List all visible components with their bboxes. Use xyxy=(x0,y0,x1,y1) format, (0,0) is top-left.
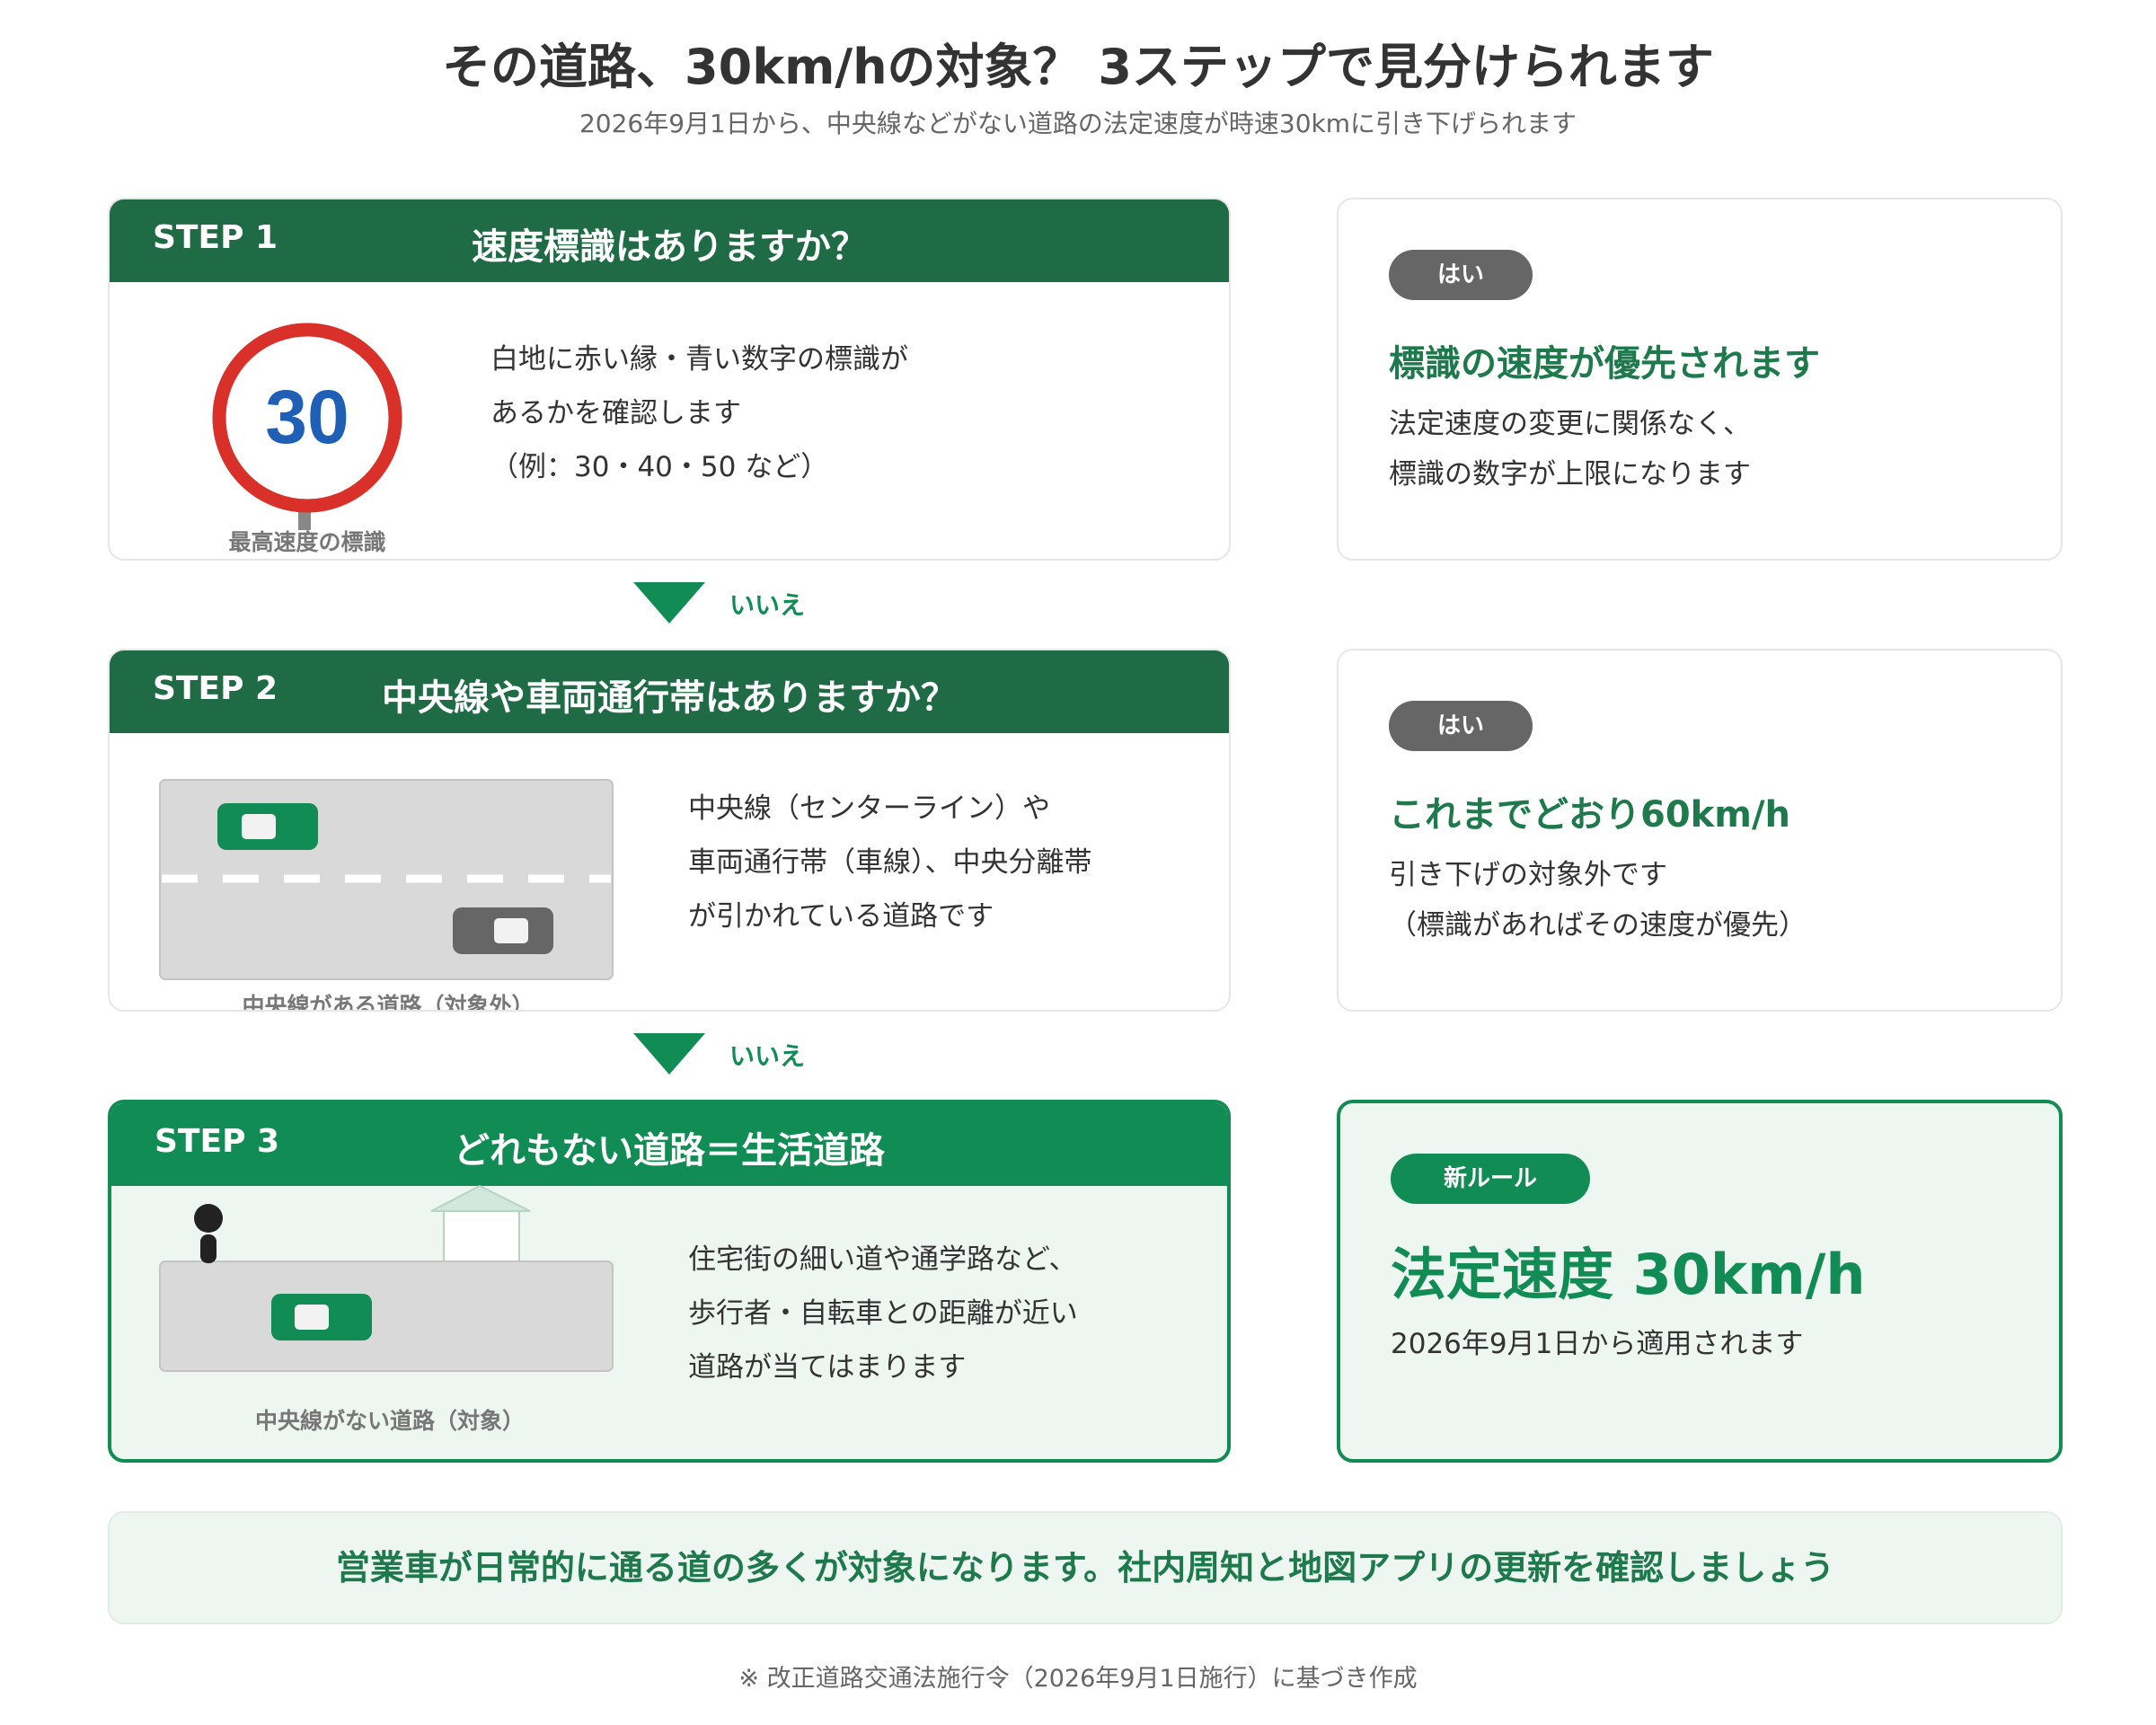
step-2-header: STEP 2 中央線や車両通行帯はありますか？ xyxy=(110,650,1229,733)
road-with-centerline-illustration xyxy=(159,779,614,980)
sign-number: 30 xyxy=(265,375,349,459)
answer-2-text-line: （標識があればその速度が優先） xyxy=(1389,909,1807,942)
step-2-desc-line: 車両通行帯（車線）、中央分離帯 xyxy=(688,846,1092,879)
speed-limit-sign-icon: 30 xyxy=(212,323,402,530)
step-2-card: STEP 2 中央線や車両通行帯はありますか？ 中央線がある道路（対象外） 中央… xyxy=(108,649,1231,1012)
step-1-desc-line: あるかを確認します xyxy=(490,397,741,429)
step-1-card: STEP 1 速度標識はありますか？ 30 最高速度の標識 白地に赤い縁・青い数… xyxy=(108,198,1231,561)
page-title: その道路、30km/hの対象？ 3ステップで見分けられます xyxy=(442,39,1714,95)
step-1-caption: 最高速度の標識 xyxy=(228,529,386,555)
step-3-caption: 中央線がない道路（対象） xyxy=(254,1408,525,1434)
down-arrow-icon xyxy=(633,1033,705,1075)
yes-badge: はい xyxy=(1389,250,1533,300)
answer-1-text-line: 標識の数字が上限になります xyxy=(1389,458,1751,491)
footnote: ※ 改正道路交通法施行令（2026年9月1日施行）に基づき作成 xyxy=(738,1665,1418,1693)
new-rule-text: 2026年9月1日から適用されます xyxy=(1391,1319,1803,1369)
step-1-desc-line: （例：30・40・50 など） xyxy=(490,451,829,483)
summary-banner: 営業車が日常的に通る道の多くが対象になります。社内周知と地図アプリの更新を確認し… xyxy=(108,1511,2063,1624)
step-2-caption: 中央線がある道路（対象外） xyxy=(242,993,535,1012)
step-3-desc-line: 道路が当てはまります xyxy=(688,1351,967,1384)
residential-road-illustration xyxy=(159,1184,614,1372)
step-2-desc-line: が引かれている道路です xyxy=(688,900,994,933)
step-3-header: STEP 3 どれもない道路＝生活道路 xyxy=(111,1103,1227,1186)
yes-badge: はい xyxy=(1389,701,1533,751)
step-3-description: 住宅街の細い道や通学路など、 歩行者・自転車との距離が近い 道路が当てはまります xyxy=(688,1233,1078,1394)
step-2-question: 中央線や車両通行帯はありますか？ xyxy=(382,677,957,719)
answer-2-title: これまでどおり60km/h xyxy=(1389,794,1791,836)
arrow-no-label: いいえ xyxy=(729,1041,806,1071)
step-3-desc-line: 歩行者・自転車との距離が近い xyxy=(688,1297,1078,1330)
new-rule-title: 法定速度 30km/h xyxy=(1391,1242,1866,1307)
step-1-description: 白地に赤い縁・青い数字の標識が あるかを確認します （例：30・40・50 など… xyxy=(490,332,908,494)
step-1-question: 速度標識はありますか？ xyxy=(472,226,867,268)
answer-1-text: 法定速度の変更に関係なく、 標識の数字が上限になります xyxy=(1389,399,1751,500)
step-1-header: STEP 1 速度標識はありますか？ xyxy=(110,199,1229,282)
new-rule-card: 新ルール 法定速度 30km/h 2026年9月1日から適用されます xyxy=(1337,1100,2063,1463)
step-3-question: どれもない道路＝生活道路 xyxy=(454,1130,885,1172)
step-3-desc-line: 住宅街の細い道や通学路など、 xyxy=(688,1243,1077,1276)
answer-1-text-line: 法定速度の変更に関係なく、 xyxy=(1389,408,1751,440)
answer-2-card: はい これまでどおり60km/h 引き下げの対象外です （標識があればその速度が… xyxy=(1337,649,2063,1012)
answer-2-text: 引き下げの対象外です （標識があればその速度が優先） xyxy=(1389,850,1807,951)
new-rule-badge: 新ルール xyxy=(1391,1154,1590,1204)
arrow-no-label: いいえ xyxy=(729,590,806,620)
step-1-desc-line: 白地に赤い縁・青い数字の標識が xyxy=(490,343,908,376)
step-2-description: 中央線（センターライン）や 車両通行帯（車線）、中央分離帯 が引かれている道路で… xyxy=(688,782,1092,943)
new-rule-text-line: 2026年9月1日から適用されます xyxy=(1391,1328,1804,1360)
answer-2-text-line: 引き下げの対象外です xyxy=(1389,859,1667,891)
answer-1-title: 標識の速度が優先されます xyxy=(1389,343,1820,385)
step-3-card: STEP 3 どれもない道路＝生活道路 中央線がない道路（対象） 住宅街の細い道… xyxy=(108,1100,1231,1463)
down-arrow-icon xyxy=(633,582,705,624)
step-2-desc-line: 中央線（センターライン）や xyxy=(688,792,1050,825)
page-subtitle: 2026年9月1日から、中央線などがない道路の法定速度が時速30kmに引き下げら… xyxy=(579,109,1577,138)
answer-1-card: はい 標識の速度が優先されます 法定速度の変更に関係なく、 標識の数字が上限にな… xyxy=(1337,198,2063,561)
